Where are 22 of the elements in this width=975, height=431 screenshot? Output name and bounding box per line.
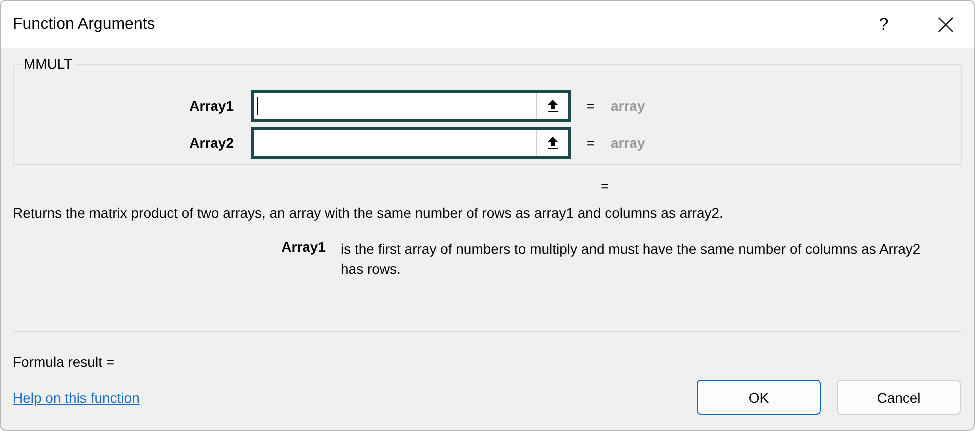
argument-label: Array1: [188, 98, 235, 114]
help-link[interactable]: Help on this function: [13, 390, 681, 406]
input-field[interactable]: [251, 90, 571, 122]
window-title: Function Arguments: [13, 16, 156, 34]
ok-button[interactable]: OK: [697, 380, 821, 415]
argument-value: array: [611, 98, 646, 114]
input-field[interactable]: [251, 127, 571, 159]
equals-sign: =: [586, 98, 596, 114]
up-arrow-icon: [546, 99, 558, 113]
up-arrow-icon: [546, 136, 558, 150]
group-title: MMULT: [22, 56, 75, 72]
argument-description: is the first array of numbers to multiply and must have the same number of columns as Array2 has rows.: [341, 240, 922, 279]
equals-sign: =: [601, 178, 610, 196]
help-button[interactable]: ?: [854, 1, 914, 48]
formula-result: Formula result =: [13, 354, 116, 370]
argument-value: array: [611, 135, 646, 151]
argument-label: Array2: [188, 135, 235, 151]
close-icon: [938, 16, 954, 32]
argument-name: Array1: [280, 239, 327, 257]
equals-sign: =: [586, 135, 596, 151]
function-description: Returns the matrix product of two arrays, an array with the same number of rows as array1 and columns as array2.: [13, 205, 724, 221]
cancel-button[interactable]: Cancel: [837, 380, 961, 415]
